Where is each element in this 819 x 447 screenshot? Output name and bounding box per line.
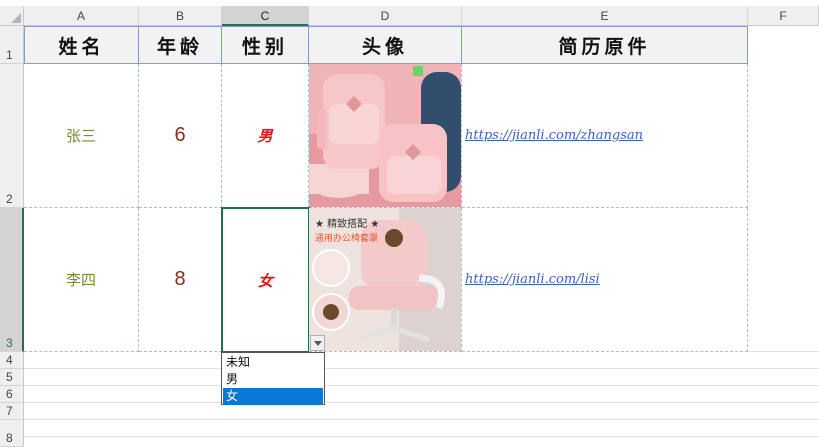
header-cell-resume[interactable]: 简历原件 [462,26,748,64]
row-header-2[interactable]: 2 [0,64,24,208]
row-header-5[interactable]: 5 [0,369,24,386]
active-cell-gender[interactable]: 女 [221,207,310,353]
row-header-8[interactable]: 8 [0,420,24,447]
cell-age[interactable]: 8 [139,208,222,352]
cell-age[interactable]: 6 [139,64,222,208]
column-header-d[interactable]: D [309,6,462,26]
image-caption-line2: 通用办公椅套罩 [315,232,378,244]
dropdown-option-female[interactable]: 女 [223,388,323,405]
row-number: 5 [6,370,13,384]
column-header-b[interactable]: B [139,6,222,26]
empty-row [24,386,819,403]
row-header-1[interactable]: 1 [0,26,24,64]
header-cell-age[interactable]: 年龄 [139,26,222,64]
dropdown-option-male[interactable]: 男 [223,371,323,388]
row-number: 6 [6,387,13,401]
row-number: 8 [6,431,13,445]
backpack-image[interactable] [309,64,461,207]
row-number: 2 [6,192,13,206]
header-cell-avatar[interactable]: 头像 [309,26,462,64]
row-number: 7 [6,404,13,418]
column-header-e[interactable]: E [462,6,748,26]
empty-row [24,352,819,369]
cell-name[interactable]: 李四 [24,208,139,352]
row-header-6[interactable]: 6 [0,386,24,403]
cell-resume-link[interactable]: https://jianli.com/lisi [462,208,748,352]
row-header-4[interactable]: 4 [0,352,24,369]
empty-row [24,420,819,437]
column-header-a[interactable]: A [24,6,139,26]
row-number: 1 [6,48,13,62]
header-cell-gender[interactable]: 性别 [222,26,309,64]
header-cell-name[interactable]: 姓名 [24,26,139,64]
cell-resume-link[interactable]: https://jianli.com/zhangsan [462,64,748,208]
image-caption-line1: ★ 精致搭配 ★ [315,217,379,230]
row-number: 3 [6,336,13,350]
row-header-7[interactable]: 7 [0,403,24,420]
empty-row [24,369,819,386]
column-header-c[interactable]: C [222,6,309,26]
chair-image[interactable]: ★ 精致搭配 ★ 通用办公椅套罩 [309,208,461,351]
select-all-corner[interactable] [0,6,24,26]
cell-name[interactable]: 张三 [24,64,139,208]
column-header-f[interactable]: F [748,6,819,26]
cell-avatar[interactable]: ★ 精致搭配 ★ 通用办公椅套罩 [309,208,462,352]
dropdown-list[interactable]: 未知 男 女 [221,352,325,405]
cell-avatar[interactable] [309,64,462,208]
dropdown-option-unknown[interactable]: 未知 [223,354,323,371]
column-f-cells[interactable] [748,26,819,352]
dropdown-arrow-button[interactable] [310,335,325,351]
row-number: 4 [6,353,13,367]
cell-gender[interactable]: 男 [222,64,309,208]
empty-row [24,403,819,420]
row-header-3[interactable]: 3 [0,208,24,352]
